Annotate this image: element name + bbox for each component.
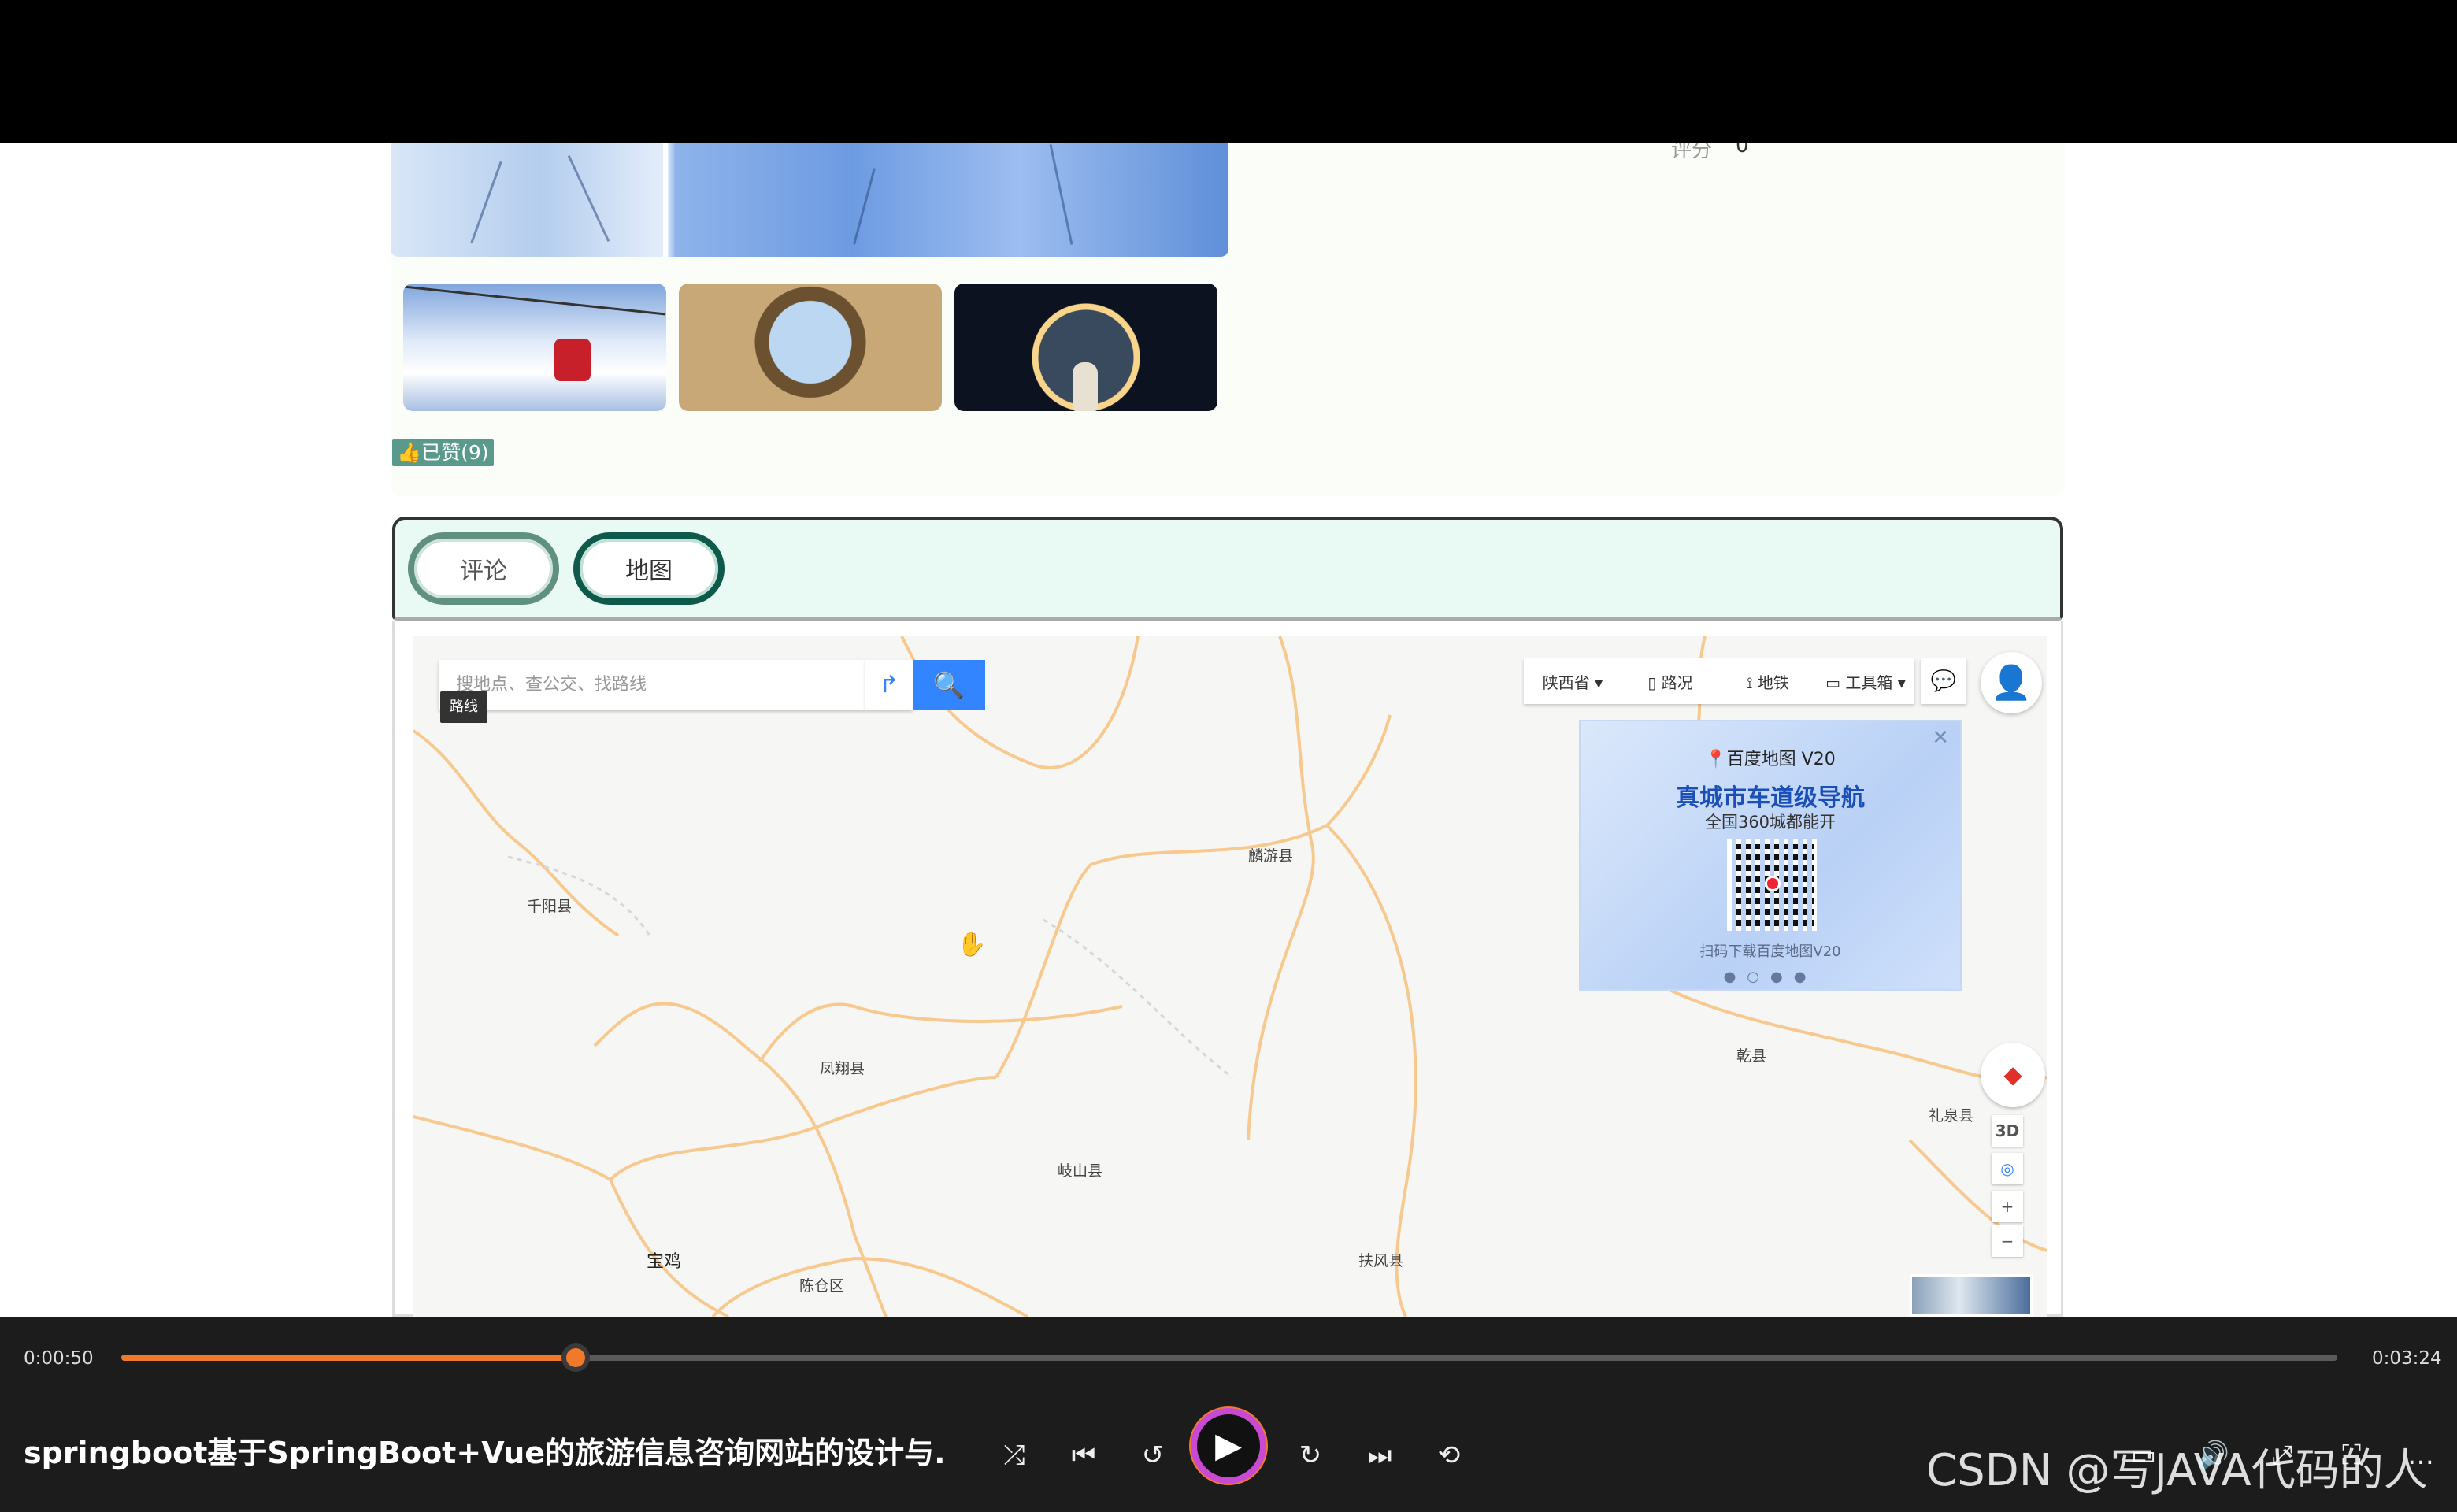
seek-bar[interactable]	[121, 1343, 2337, 1372]
like-button[interactable]: 👍已赞(9)	[392, 439, 494, 466]
csdn-watermark: CSDN @写JAVA代码的人	[1926, 1445, 2428, 1496]
chat-icon: 💬	[1930, 669, 1957, 693]
user-account-button[interactable]: 👤	[1981, 652, 2042, 713]
baidu-map[interactable]: 搜地点、查公交、找路线 ↱ 🔍 路线 陕西省 ▾ ▯ 路况 ⟟ 地铁 ▭ 工具箱…	[413, 636, 2047, 1317]
play-icon: ▶	[1215, 1425, 1242, 1466]
traffic-button[interactable]: ▯ 路况	[1621, 670, 1719, 693]
place-fufeng[interactable]: 扶风县	[1358, 1249, 1403, 1270]
map-toolbar: 陕西省 ▾ ▯ 路况 ⟟ 地铁 ▭ 工具箱 ▾	[1524, 658, 1914, 704]
promo-brand: 📍百度地图 V20	[1705, 750, 1836, 769]
tab-map[interactable]: 地图	[573, 532, 724, 605]
shuffle-icon[interactable]: ⤮	[992, 1433, 1036, 1477]
previous-icon[interactable]: ⏮	[1062, 1433, 1106, 1477]
forward-30-icon[interactable]: ↻	[1288, 1433, 1332, 1477]
next-icon[interactable]: ⏭	[1358, 1433, 1402, 1477]
map-search-input[interactable]: 搜地点、查公交、找路线	[439, 660, 865, 710]
place-qianyang[interactable]: 千阳县	[527, 895, 572, 916]
zoom-out-button[interactable]: −	[1992, 1225, 2023, 1257]
map-panel: 搜地点、查公交、找路线 ↱ 🔍 路线 陕西省 ▾ ▯ 路况 ⟟ 地铁 ▭ 工具箱…	[392, 621, 2063, 1317]
place-qianxian[interactable]: 乾县	[1736, 1044, 1766, 1065]
map-pin-icon: 📍	[1705, 750, 1727, 769]
screen: 评分 0 👍已赞(9) 评论 地图 搜地点、查公交、找路线 ↱ 🔍 路线 陕西省…	[0, 0, 2457, 1512]
score-value: 0	[1736, 143, 1749, 158]
seek-bar-progress	[121, 1354, 576, 1361]
rewind-10-icon[interactable]: ↺	[1131, 1433, 1175, 1477]
subway-button[interactable]: ⟟ 地铁	[1719, 670, 1817, 693]
map-search-button[interactable]: 🔍	[913, 660, 985, 710]
main-photo[interactable]	[391, 143, 1228, 257]
video-title: springboot基于SpringBoot+Vue的旅游信息咨询网站的设计与.…	[24, 1436, 945, 1470]
route-button[interactable]: ↱	[865, 660, 913, 710]
promo-headline: 真城市车道级导航	[1676, 784, 1865, 812]
seek-bar-handle[interactable]	[561, 1343, 590, 1372]
search-icon: 🔍	[933, 670, 965, 700]
compass-icon[interactable]: ⬥	[1981, 1043, 2045, 1107]
place-liquan[interactable]: 礼泉县	[1929, 1104, 1973, 1125]
score-label: 评分	[1671, 143, 1713, 162]
total-time: 0:03:24	[2372, 1348, 2442, 1369]
current-time: 0:00:50	[24, 1348, 94, 1369]
photo-thumbnail-cablecar[interactable]	[403, 284, 666, 411]
page-scrollbar[interactable]	[2441, 1285, 2457, 1317]
tab-comments[interactable]: 评论	[408, 532, 559, 605]
play-button[interactable]: ▶	[1191, 1408, 1266, 1484]
hand-cursor-icon: ✋	[957, 931, 987, 958]
toolbox-button[interactable]: ▭ 工具箱 ▾	[1817, 670, 1914, 693]
webpage: 评分 0 👍已赞(9) 评论 地图 搜地点、查公交、找路线 ↱ 🔍 路线 陕西省…	[0, 143, 2457, 1317]
place-linyou[interactable]: 麟游县	[1248, 844, 1293, 865]
tab-bar: 评论 地图	[392, 517, 2063, 621]
photo-thumbnail-light-arch[interactable]	[954, 284, 1217, 411]
3d-button[interactable]: 3D	[1992, 1115, 2023, 1147]
thumbs-up-icon: 👍	[397, 441, 422, 464]
video-player-controls: 0:00:50 0:03:24 springboot基于SpringBoot+V…	[0, 1317, 2457, 1512]
place-fengxiang[interactable]: 凤翔县	[820, 1057, 865, 1078]
user-icon: 👤	[1990, 663, 2033, 702]
zoom-in-button[interactable]: +	[1992, 1191, 2023, 1222]
qr-pin-icon	[1765, 876, 1781, 891]
place-qishan[interactable]: 岐山县	[1058, 1159, 1102, 1180]
promo-footer: 扫码下载百度地图V20	[1699, 943, 1841, 960]
place-baoji[interactable]: 宝鸡	[647, 1247, 681, 1273]
route-tooltip: 路线	[440, 691, 487, 723]
route-arrow-icon: ↱	[879, 671, 899, 699]
photo-thumbnail-round-gate[interactable]	[679, 284, 942, 411]
province-select[interactable]: 陕西省 ▾	[1524, 670, 1621, 693]
street-view-thumbnail[interactable]	[1910, 1274, 2033, 1317]
repeat-off-icon[interactable]: ⟲	[1427, 1433, 1471, 1477]
place-chencang[interactable]: 陈仓区	[799, 1274, 844, 1295]
message-button[interactable]: 💬	[1921, 658, 1966, 704]
promo-banner[interactable]: ✕ 📍百度地图 V20 真城市车道级导航 全国360城都能开 扫码下载百度地图V…	[1579, 720, 1962, 991]
locate-icon[interactable]: ◎	[1992, 1153, 2023, 1184]
carousel-dots[interactable]: ●○●●	[1581, 969, 1960, 985]
promo-subtitle: 全国360城都能开	[1704, 813, 1836, 832]
